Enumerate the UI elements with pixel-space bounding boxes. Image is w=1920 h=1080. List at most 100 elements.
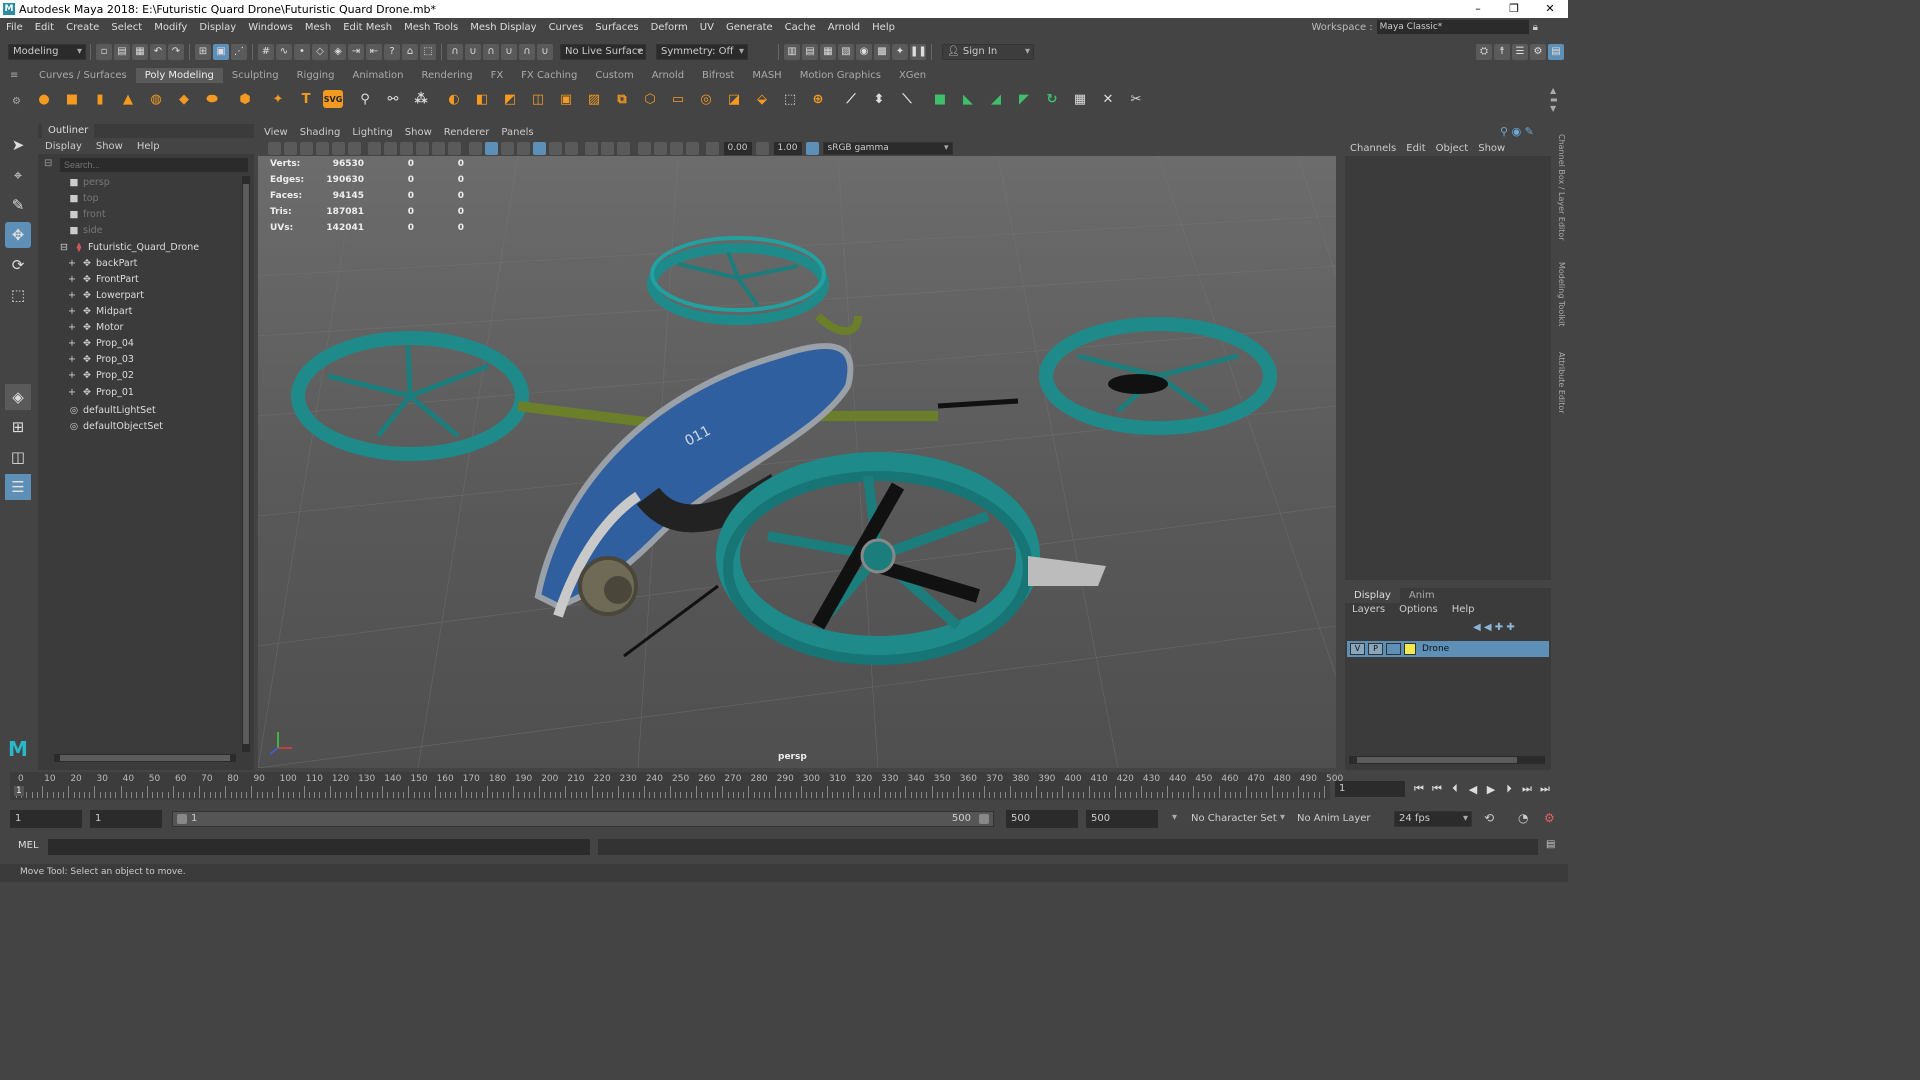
- shelf-tab-fx-caching[interactable]: FX Caching: [512, 68, 586, 83]
- outliner-item-mesh[interactable]: + ✥ FrontPart: [66, 272, 266, 288]
- wireframe-icon[interactable]: [468, 141, 482, 155]
- outliner-item-mesh[interactable]: + ✥ Prop_01: [66, 385, 266, 401]
- command-input[interactable]: [48, 839, 590, 855]
- menu-deform[interactable]: Deform: [645, 22, 694, 33]
- minimize-button[interactable]: –: [1460, 0, 1496, 18]
- expand-icon[interactable]: +: [66, 320, 78, 336]
- uv-auto-icon[interactable]: ↻: [1041, 88, 1063, 110]
- gate-mask-icon[interactable]: [416, 141, 429, 155]
- render-view-icon[interactable]: ▥: [784, 44, 800, 60]
- channel-menu-edit[interactable]: Edit: [1401, 143, 1430, 154]
- animation-preferences-icon[interactable]: ⚙: [1544, 811, 1555, 825]
- view-transform-dropdown[interactable]: sRGB gamma: [822, 141, 953, 155]
- channel-box-icon[interactable]: ▤: [1548, 44, 1564, 60]
- use-all-lights-icon[interactable]: [548, 141, 562, 155]
- move-layer-down-icon[interactable]: ◀: [1484, 622, 1492, 633]
- menu-mesh[interactable]: Mesh: [299, 22, 337, 33]
- viewport-menu-renderer[interactable]: Renderer: [438, 127, 496, 138]
- expand-icon[interactable]: +: [66, 352, 78, 368]
- redo-icon[interactable]: ↷: [168, 44, 184, 60]
- safe-action-icon[interactable]: [448, 141, 461, 155]
- shelf-scroll-icon[interactable]: ▲ ▬ ▼: [1550, 86, 1558, 113]
- default-material-icon[interactable]: [500, 141, 514, 155]
- lasso-tool-icon[interactable]: ⌖: [5, 162, 31, 188]
- anim-layer-field[interactable]: No Anim Layer: [1292, 810, 1378, 828]
- outliner-item-camera[interactable]: ■ persp: [68, 175, 268, 191]
- color-management-icon[interactable]: [806, 141, 819, 155]
- channel-menu-show[interactable]: Show: [1473, 143, 1510, 154]
- shelf-tab-curves-surfaces[interactable]: Curves / Surfaces: [30, 68, 136, 83]
- uv-cylindrical-icon[interactable]: ◢: [985, 88, 1007, 110]
- outliner-vertical-scrollbar[interactable]: [242, 176, 250, 752]
- outliner-layout-icon[interactable]: ☰: [5, 474, 31, 500]
- single-view-icon[interactable]: ◈: [5, 384, 31, 410]
- live-surface-dropdown[interactable]: No Live Surface: [560, 44, 646, 60]
- select-hierarchy-icon[interactable]: ⊞: [195, 44, 211, 60]
- combine-icon[interactable]: ◐: [443, 88, 465, 110]
- range-slider[interactable]: 1 500: [172, 811, 994, 827]
- scroll-thumb[interactable]: [1357, 757, 1517, 763]
- expand-icon[interactable]: +: [66, 272, 78, 288]
- scene-canvas[interactable]: 011: [258, 156, 1336, 768]
- menu-surfaces[interactable]: Surfaces: [589, 22, 644, 33]
- time-slider[interactable]: 0 10 20 30 40 50 60 70 80 90 100 110 120 130 140 150 160…: [10, 772, 1343, 800]
- outliner-item-mesh[interactable]: + ✥ Lowerpart: [66, 288, 266, 304]
- sign-in-button[interactable]: 👤︎ Sign In: [942, 44, 1034, 60]
- menu-select[interactable]: Select: [105, 22, 148, 33]
- menu-edit[interactable]: Edit: [29, 22, 60, 33]
- shelf-tab-xgen[interactable]: XGen: [890, 68, 935, 83]
- history-icon[interactable]: ?: [384, 44, 400, 60]
- layer-color-swatch[interactable]: [1404, 643, 1416, 655]
- extract-icon[interactable]: ◩: [499, 88, 521, 110]
- poly-disc-icon[interactable]: ⬬: [201, 88, 223, 110]
- image-plane-icon[interactable]: [315, 141, 329, 155]
- snap-view-plane-icon[interactable]: ◇: [312, 44, 328, 60]
- character-set-dropdown-icon[interactable]: ▾: [1172, 812, 1177, 823]
- uv-planar-icon[interactable]: ◣: [957, 88, 979, 110]
- connect-icon[interactable]: ⟍: [896, 88, 918, 110]
- snap-grid-icon[interactable]: #: [258, 44, 274, 60]
- edit-icon[interactable]: ✎: [1525, 125, 1534, 138]
- menuset-dropdown[interactable]: Modeling: [8, 44, 86, 60]
- pause-icon[interactable]: ❚❚: [910, 44, 927, 60]
- viewport-menu-lighting[interactable]: Lighting: [346, 127, 398, 138]
- shadows-icon[interactable]: [564, 141, 578, 155]
- attribute-editor-icon[interactable]: ☰: [1512, 44, 1528, 60]
- layer-playback-toggle[interactable]: P: [1368, 643, 1383, 655]
- menu-cache[interactable]: Cache: [779, 22, 822, 33]
- field-chart-icon[interactable]: [432, 141, 445, 155]
- bridge-icon[interactable]: ⬡: [639, 88, 661, 110]
- superellipse-icon[interactable]: ✦: [267, 88, 289, 110]
- outliner-item-set[interactable]: ◎ defaultObjectSet: [68, 419, 268, 435]
- outliner-item-camera[interactable]: ■ front: [68, 207, 268, 223]
- side-tab-channel-box[interactable]: Channel Box / Layer Editor: [1552, 134, 1566, 241]
- shelf-tab-poly-modeling[interactable]: Poly Modeling: [135, 68, 223, 83]
- target-weld-icon[interactable]: ⬍: [868, 88, 890, 110]
- ipr-render-icon[interactable]: ▦: [820, 44, 836, 60]
- menu-mesh-tools[interactable]: Mesh Tools: [398, 22, 464, 33]
- viewport-menu-panels[interactable]: Panels: [495, 127, 539, 138]
- outliner-item-mesh[interactable]: + ✥ Prop_03: [66, 352, 266, 368]
- character-controls-icon[interactable]: ☨: [1494, 44, 1510, 60]
- menu-curves[interactable]: Curves: [543, 22, 590, 33]
- paint-select-icon[interactable]: ✎: [5, 192, 31, 218]
- menu-file[interactable]: File: [0, 22, 29, 33]
- poly-sphere-icon[interactable]: ●: [33, 88, 55, 110]
- 2d-pan-zoom-icon[interactable]: [331, 141, 345, 155]
- play-backward-icon[interactable]: ◀: [1464, 783, 1482, 796]
- grid-icon[interactable]: [368, 141, 381, 155]
- magnet-5-icon[interactable]: ∩: [519, 44, 535, 60]
- menu-modify[interactable]: Modify: [148, 22, 193, 33]
- fps-dropdown[interactable]: 24 fps: [1394, 811, 1472, 827]
- go-to-start-icon[interactable]: ⏮: [1410, 782, 1428, 796]
- modeling-toolkit-icon[interactable]: ⛭: [1476, 44, 1492, 60]
- playback-start-field[interactable]: 1: [90, 810, 162, 828]
- move-tool-icon[interactable]: ✥: [5, 222, 31, 248]
- xray-icon[interactable]: [653, 141, 667, 155]
- gamma-icon[interactable]: [756, 141, 769, 155]
- xray-components-icon[interactable]: [685, 141, 699, 155]
- isolate-select-icon[interactable]: [637, 141, 651, 155]
- auto-key-icon[interactable]: ◔: [1518, 811, 1528, 825]
- select-component-icon[interactable]: ⋰: [231, 44, 247, 60]
- magnet-3-icon[interactable]: ∩: [483, 44, 499, 60]
